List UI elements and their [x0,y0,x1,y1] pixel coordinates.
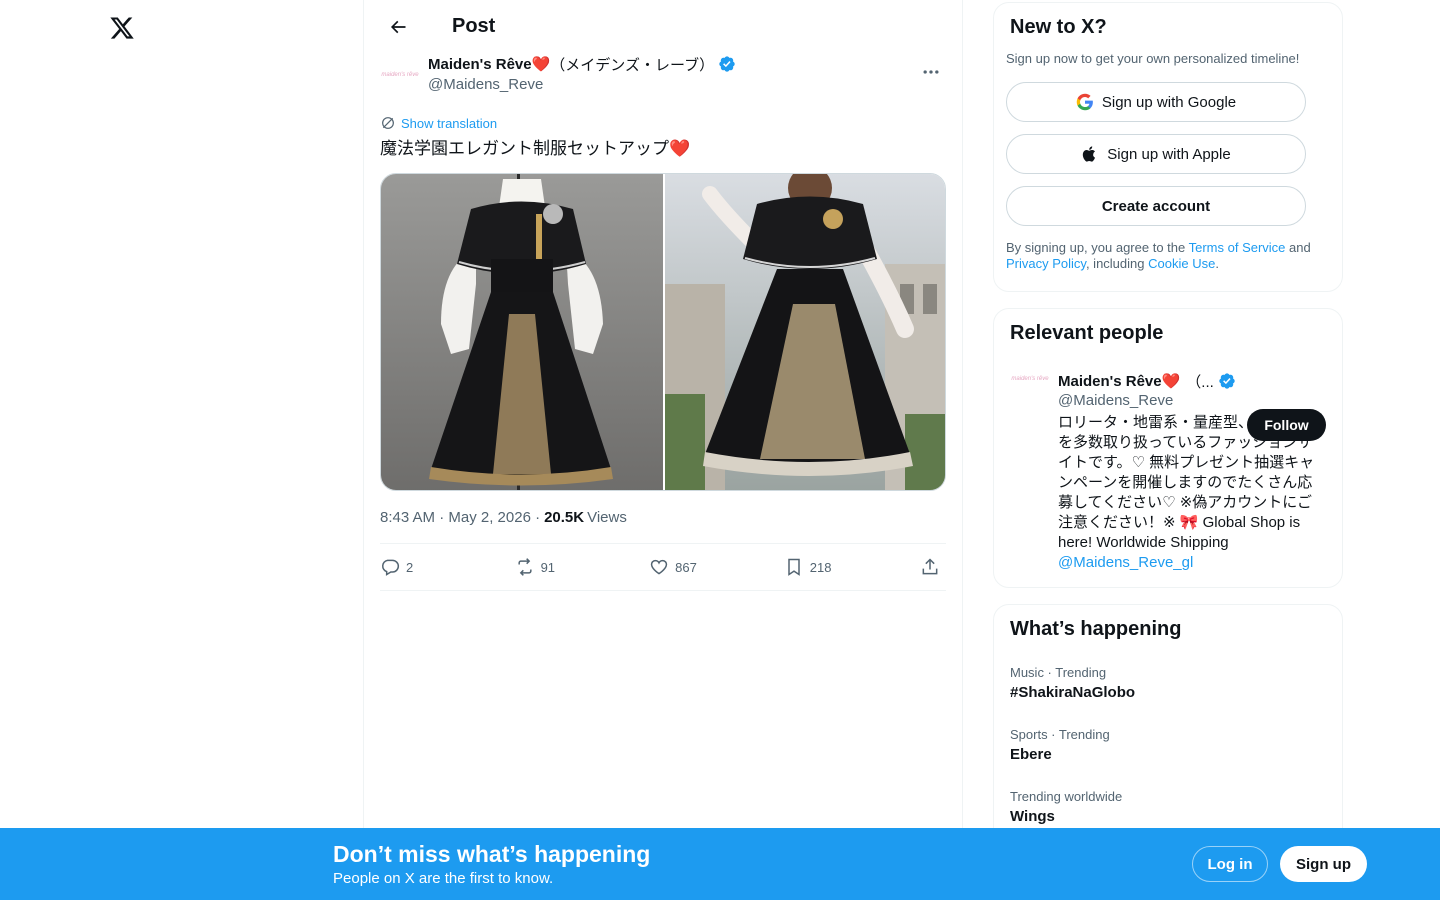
show-translation-label[interactable]: Show translation [401,116,497,131]
relevant-people-title: Relevant people [1010,322,1164,344]
person-name[interactable]: Maiden's Rêve❤️ [1058,372,1180,390]
person-name-row[interactable]: Maiden's Rêve❤️ （... [1058,371,1326,391]
tweet-timestamp[interactable]: 8:43 AM · May 2, 2026 · [380,509,540,526]
avatar[interactable]: maiden's rêve [380,55,420,95]
tweet-meta: 8:43 AM · May 2, 2026 · 20.5K Views [380,507,946,527]
person-handle[interactable]: @Maidens_Reve [1058,392,1326,409]
create-account-label: Create account [1101,197,1211,215]
display-name[interactable]: Maiden's Rêve❤️ [428,55,550,73]
signup-google-button[interactable]: Sign up with Google [1006,82,1306,122]
author-names: Maiden's Rêve❤️ （メイデンズ・レーブ） @Maidens_Rev… [428,53,736,93]
trend-name[interactable]: Wings [1010,807,1326,827]
views-count: 20.5K [544,508,585,526]
bookmark-icon [787,558,800,576]
tweet: maiden's rêve Maiden's Rêve❤️ （メイデンズ・レーブ… [364,53,962,591]
relevant-person[interactable]: maiden's rêve Maiden's Rêve❤️ （... @Maid… [994,345,1342,573]
create-account-button[interactable]: Create account [1006,186,1306,226]
trend-meta: Music · Trending [1010,665,1107,680]
back-button[interactable] [380,9,416,45]
person-avatar-logo-text: maiden's rêve [1011,376,1049,382]
signup-google-label: Sign up with Google [1101,93,1237,111]
signup-apple-button[interactable]: Sign up with Apple [1006,134,1306,174]
trend-meta: Trending worldwide [1010,789,1123,804]
heart-icon [650,559,668,575]
tweet-media[interactable] [380,173,946,491]
privacy-link[interactable]: Privacy Policy [1006,256,1086,271]
person-name-suffix[interactable]: （... [1186,371,1214,392]
avatar-logo-text: maiden's rêve [381,72,419,78]
author-handle[interactable]: @Maidens_Reve [428,76,736,93]
tweet-author-row: maiden's rêve Maiden's Rêve❤️ （メイデンズ・レーブ… [380,53,946,103]
bookmark-count: 218 [809,559,832,575]
signup-apple-label: Sign up with Apple [1107,145,1231,163]
legal-period: . [1215,256,1219,271]
repost-button[interactable]: 91 [515,557,650,577]
signup-subtitle: Sign up now to get your own personalized… [1006,51,1300,66]
legal-including: , including [1085,256,1149,271]
like-count: 867 [675,559,697,575]
verified-badge-icon [1219,373,1235,389]
tweet-text: 魔法学園エレガント制服セットアップ❤️ [380,139,691,158]
tweet-photo-1[interactable] [381,174,663,490]
person-avatar[interactable]: maiden's rêve [1010,359,1050,399]
topbar: Post [364,0,962,53]
google-icon [1076,93,1093,111]
bookmark-button[interactable]: 218 [784,557,919,577]
reply-button[interactable]: 2 [380,557,515,577]
whats-happening-title: What’s happening [1010,618,1182,640]
more-button[interactable] [916,57,946,87]
signup-button[interactable]: Sign up [1280,846,1367,882]
display-name-suffix[interactable]: （メイデンズ・レーブ） [550,54,714,75]
page-title: Post [452,15,496,37]
signup-title: New to X? [1010,16,1107,38]
like-button[interactable]: 867 [649,557,784,577]
trend-item[interactable]: Sports · Trending Ebere [994,727,1342,765]
views-label: Views [587,508,627,526]
main-column: Post maiden's rêve Maiden's Rêve❤️ （メイデン… [363,0,963,900]
whats-happening-card: What’s happening Music · Trending #Shaki… [993,604,1343,844]
show-translation-link[interactable]: Show translation [380,113,946,133]
legal-prefix: By signing up, you agree to the [1006,240,1189,255]
cookie-link[interactable]: Cookie Use [1148,256,1215,271]
tweet-actions: 2 91 867 218 [380,543,946,591]
trend-item[interactable]: Music · Trending #ShakiraNaGlobo [994,665,1342,703]
dress-photo-image [381,174,663,490]
follow-button[interactable]: Follow [1247,409,1326,441]
relevant-people-card: Relevant people maiden's rêve Maiden's R… [993,308,1343,588]
trend-name[interactable]: #ShakiraNaGlobo [1010,683,1326,703]
person-bio-link[interactable]: @Maidens_Reve_gl [1058,553,1322,573]
more-dots-icon [923,70,939,74]
trend-name[interactable]: Ebere [1010,745,1326,765]
signup-banner: Don’t miss what’s happening People on X … [0,828,1440,900]
x-logo-icon[interactable] [104,10,140,46]
tweet-photo-2[interactable] [663,174,945,490]
banner-title: Don’t miss what’s happening [333,841,651,867]
reply-count: 2 [406,559,414,575]
arrow-left-icon [390,20,406,33]
login-button[interactable]: Log in [1192,846,1268,882]
banner-subtitle: People on X are the first to know. [333,870,554,887]
apple-icon [1083,146,1096,162]
terms-link[interactable]: Terms of Service [1189,240,1286,255]
person-body: Maiden's Rêve❤️ （... @Maidens_Reve ロリータ・… [1058,357,1326,573]
translate-icon [382,117,394,129]
trend-item[interactable]: Trending worldwide Wings [994,789,1342,827]
share-button[interactable] [918,557,946,577]
repost-count: 91 [540,559,556,575]
verified-badge-icon [719,56,735,72]
right-sidebar: New to X? Sign up now to get your own pe… [993,0,1343,844]
legal-and: and [1285,240,1311,255]
repost-icon [517,558,532,576]
model-photo-image [665,174,945,490]
share-icon [922,558,938,575]
reply-icon [382,559,400,576]
display-name-row[interactable]: Maiden's Rêve❤️ （メイデンズ・レーブ） [428,54,736,74]
trend-meta: Sports · Trending [1010,727,1110,742]
signup-card: New to X? Sign up now to get your own pe… [993,2,1343,292]
left-nav [0,0,363,900]
signup-legal: By signing up, you agree to the Terms of… [994,226,1342,272]
